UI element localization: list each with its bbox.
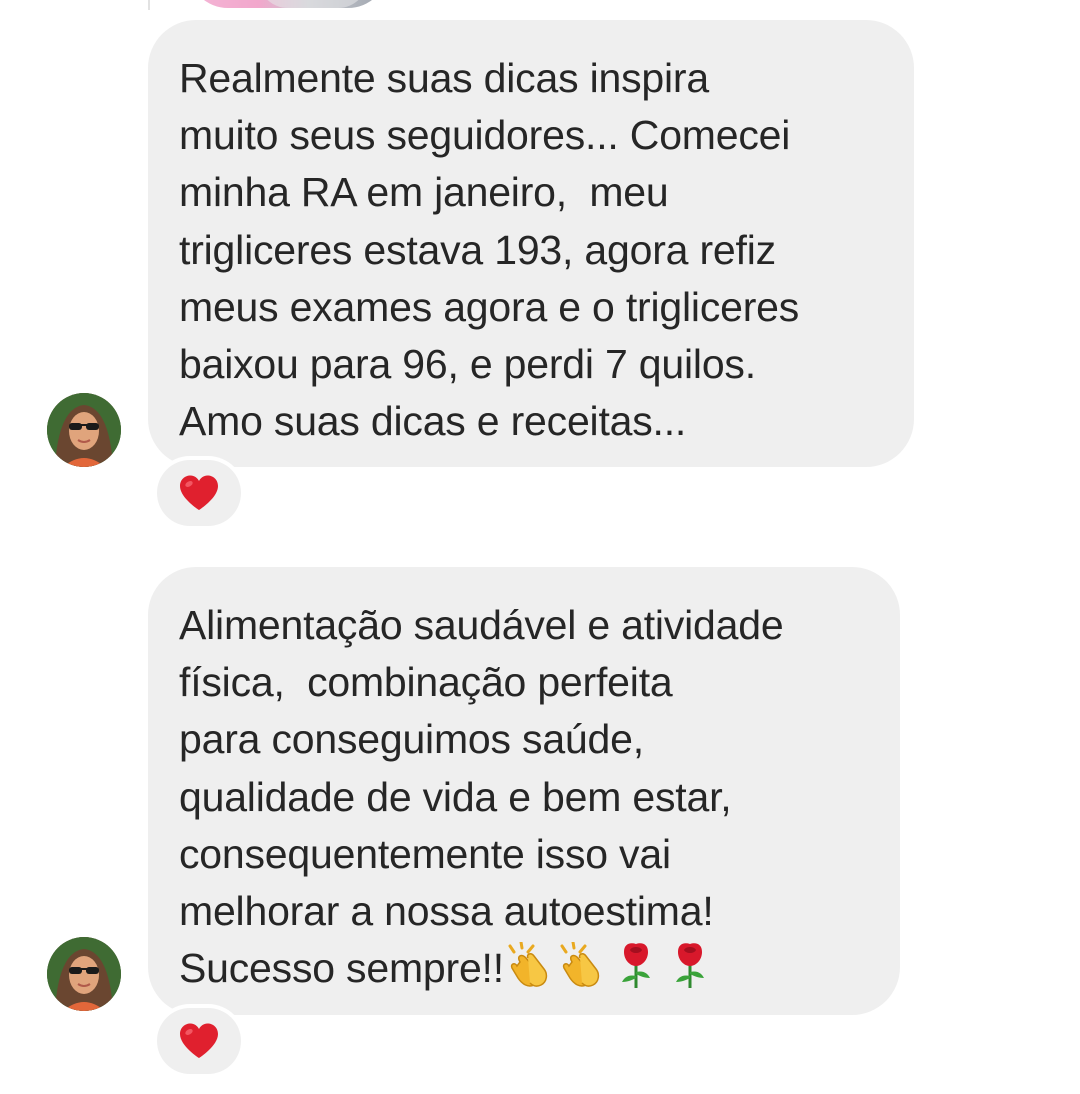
clapping-hands-icon — [506, 940, 556, 1003]
message-text-line: baixou para 96, e perdi 7 quilos. — [179, 341, 756, 388]
message-bubble[interactable]: Alimentação saudável e atividade física,… — [148, 567, 900, 1015]
message-text-line: melhorar a nossa autoestima! — [179, 888, 714, 935]
message-text-line: meus exames agora e o trigliceres — [179, 283, 800, 330]
message-text-line: Alimentação saudável e atividade — [179, 602, 784, 648]
message-bubble[interactable]: Realmente suas dicas inspira muito seus … — [148, 20, 914, 467]
message-text-line-with-emojis: Sucesso sempre!! — [179, 940, 866, 1003]
message-text-line: qualidade de vida e bem estar, — [179, 773, 732, 820]
clapping-hands-icon — [558, 940, 608, 1003]
reaction-badge[interactable] — [157, 460, 241, 526]
avatar[interactable] — [47, 937, 121, 1011]
reaction-badge[interactable] — [157, 1008, 241, 1074]
message-text-line: física, combinação perfeita — [179, 659, 673, 706]
heart-icon — [180, 475, 218, 510]
message-text-line: consequentemente isso vai — [179, 830, 671, 877]
avatar-photo — [47, 937, 121, 1011]
message-text-line: muito seus seguidores... Comecei — [179, 112, 791, 159]
thread-divider — [148, 0, 150, 10]
heart-icon — [180, 1023, 218, 1058]
avatar-photo — [47, 393, 121, 467]
message-text-line: Amo suas dicas e receitas... — [179, 398, 687, 445]
message-text-line: trigliceres estava 193, agora refiz — [179, 226, 776, 273]
rose-icon — [664, 940, 716, 1003]
message-text-line: Realmente suas dicas inspira — [179, 55, 709, 101]
shared-media-preview[interactable] — [188, 0, 388, 8]
rose-icon — [610, 940, 662, 1003]
message-text-line: para conseguimos saúde, — [179, 716, 644, 763]
message-text-line: minha RA em janeiro, meu — [179, 169, 669, 216]
message-text: Sucesso sempre!! — [179, 945, 504, 992]
avatar[interactable] — [47, 393, 121, 467]
